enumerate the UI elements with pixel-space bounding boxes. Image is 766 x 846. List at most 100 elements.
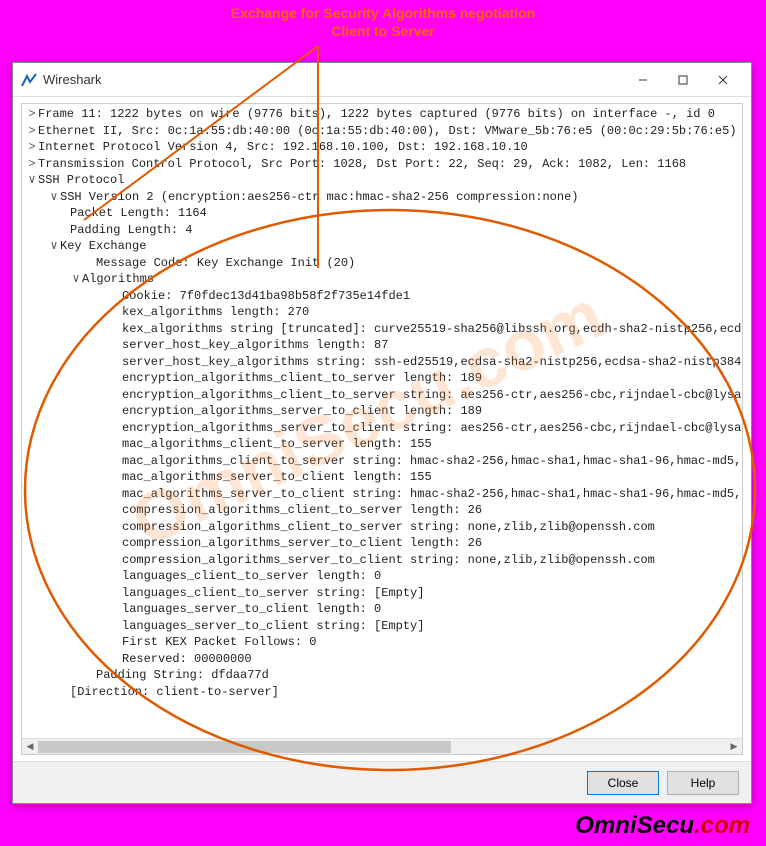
tree-row[interactable]: mac_algorithms_client_to_server length: … [26, 436, 738, 453]
tree-row[interactable]: kex_algorithms length: 270 [26, 304, 738, 321]
comp-stc-string: compression_algorithms_server_to_client … [122, 553, 655, 567]
reserved-field: Reserved: 00000000 [122, 652, 252, 666]
tree-row[interactable]: languages_client_to_server string: [Empt… [26, 585, 738, 602]
enc-stc-string: encryption_algorithms_server_to_client s… [122, 421, 742, 435]
minimize-button[interactable] [623, 66, 663, 94]
scroll-right-icon[interactable]: ▶ [726, 739, 742, 755]
packet-tree[interactable]: >Frame 11: 1222 bytes on wire (9776 bits… [22, 104, 742, 738]
server-host-key-length: server_host_key_algorithms length: 87 [122, 338, 388, 352]
collapse-icon[interactable]: ∨ [48, 238, 60, 255]
attribution-suffix: .com [694, 812, 750, 839]
tree-row[interactable]: server_host_key_algorithms string: ssh-e… [26, 354, 738, 371]
close-window-button[interactable] [703, 66, 743, 94]
tree-row[interactable]: Message Code: Key Exchange Init (20) [26, 255, 738, 272]
ssh-protocol: SSH Protocol [38, 173, 124, 187]
lang-cts-string: languages_client_to_server string: [Empt… [122, 586, 424, 600]
window-title: Wireshark [43, 72, 623, 87]
tree-row[interactable]: compression_algorithms_server_to_client … [26, 535, 738, 552]
titlebar[interactable]: Wireshark [13, 63, 751, 97]
tree-row[interactable]: Reserved: 00000000 [26, 651, 738, 668]
comp-stc-length: compression_algorithms_server_to_client … [122, 536, 482, 550]
key-exchange: Key Exchange [60, 239, 146, 253]
enc-cts-length: encryption_algorithms_client_to_server l… [122, 371, 482, 385]
enc-stc-length: encryption_algorithms_server_to_client l… [122, 404, 482, 418]
server-host-key-string: server_host_key_algorithms string: ssh-e… [122, 355, 742, 369]
lang-cts-length: languages_client_to_server length: 0 [122, 569, 381, 583]
tree-row[interactable]: encryption_algorithms_server_to_client l… [26, 403, 738, 420]
tcp-summary: Transmission Control Protocol, Src Port:… [38, 157, 686, 171]
annotation-line1: Exchange for Security Algorithms negotia… [0, 4, 766, 22]
ethernet-summary: Ethernet II, Src: 0c:1a:55:db:40:00 (0c:… [38, 124, 737, 138]
expand-icon[interactable]: > [26, 156, 38, 173]
tree-row[interactable]: encryption_algorithms_client_to_server l… [26, 370, 738, 387]
tree-row[interactable]: [Direction: client-to-server] [26, 684, 738, 701]
wireshark-icon [21, 72, 37, 88]
expand-icon[interactable]: > [26, 139, 38, 156]
tree-row[interactable]: >Frame 11: 1222 bytes on wire (9776 bits… [26, 106, 738, 123]
tree-row[interactable]: mac_algorithms_server_to_client length: … [26, 469, 738, 486]
kex-algorithms-length: kex_algorithms length: 270 [122, 305, 309, 319]
enc-cts-string: encryption_algorithms_client_to_server s… [122, 388, 742, 402]
tree-row[interactable]: encryption_algorithms_client_to_server s… [26, 387, 738, 404]
annotation-line2: Client to Server [0, 22, 766, 40]
collapse-icon[interactable]: ∨ [48, 189, 60, 206]
scroll-left-icon[interactable]: ◀ [22, 739, 38, 755]
tree-row[interactable]: >Internet Protocol Version 4, Src: 192.1… [26, 139, 738, 156]
tree-row[interactable]: languages_client_to_server length: 0 [26, 568, 738, 585]
ssh-version: SSH Version 2 (encryption:aes256-ctr mac… [60, 190, 578, 204]
expand-icon[interactable]: > [26, 123, 38, 140]
tree-row[interactable]: compression_algorithms_client_to_server … [26, 502, 738, 519]
tree-row[interactable]: languages_server_to_client string: [Empt… [26, 618, 738, 635]
lang-stc-length: languages_server_to_client length: 0 [122, 602, 381, 616]
tree-row[interactable]: compression_algorithms_server_to_client … [26, 552, 738, 569]
packet-details-pane[interactable]: >Frame 11: 1222 bytes on wire (9776 bits… [21, 103, 743, 755]
tree-row[interactable]: Padding String: dfdaa77d [26, 667, 738, 684]
close-button[interactable]: Close [587, 771, 659, 795]
dialog-footer: Close Help [13, 761, 751, 803]
scrollbar-track[interactable] [38, 739, 726, 755]
tree-row[interactable]: languages_server_to_client length: 0 [26, 601, 738, 618]
mac-stc-length: mac_algorithms_server_to_client length: … [122, 470, 432, 484]
attribution: OmniSecu.com [575, 812, 750, 840]
tree-row[interactable]: kex_algorithms string [truncated]: curve… [26, 321, 738, 338]
tree-row[interactable]: ∨Algorithms [26, 271, 738, 288]
direction-field: [Direction: client-to-server] [70, 685, 279, 699]
attribution-name: OmniSecu [575, 812, 694, 839]
mac-cts-string: mac_algorithms_client_to_server string: … [122, 454, 742, 468]
tree-row[interactable]: encryption_algorithms_server_to_client s… [26, 420, 738, 437]
packet-length: Packet Length: 1164 [70, 206, 207, 220]
mac-cts-length: mac_algorithms_client_to_server length: … [122, 437, 432, 451]
mac-stc-string: mac_algorithms_server_to_client string: … [122, 487, 742, 501]
maximize-button[interactable] [663, 66, 703, 94]
scrollbar-thumb[interactable] [38, 741, 451, 753]
tree-row[interactable]: Padding Length: 4 [26, 222, 738, 239]
collapse-icon[interactable]: ∨ [70, 271, 82, 288]
tree-row[interactable]: ∨Key Exchange [26, 238, 738, 255]
tree-row[interactable]: Packet Length: 1164 [26, 205, 738, 222]
expand-icon[interactable]: > [26, 106, 38, 123]
padding-string: Padding String: dfdaa77d [96, 668, 269, 682]
tree-row[interactable]: First KEX Packet Follows: 0 [26, 634, 738, 651]
tree-row[interactable]: mac_algorithms_client_to_server string: … [26, 453, 738, 470]
tree-row[interactable]: >Transmission Control Protocol, Src Port… [26, 156, 738, 173]
annotation-label: Exchange for Security Algorithms negotia… [0, 0, 766, 40]
comp-cts-string: compression_algorithms_client_to_server … [122, 520, 655, 534]
comp-cts-length: compression_algorithms_client_to_server … [122, 503, 482, 517]
tree-row[interactable]: >Ethernet II, Src: 0c:1a:55:db:40:00 (0c… [26, 123, 738, 140]
collapse-icon[interactable]: ∨ [26, 172, 38, 189]
tree-row[interactable]: server_host_key_algorithms length: 87 [26, 337, 738, 354]
ip-summary: Internet Protocol Version 4, Src: 192.16… [38, 140, 528, 154]
cookie-field: Cookie: 7f0fdec13d41ba98b58f2f735e14fde1 [122, 289, 410, 303]
window-controls [623, 66, 743, 94]
first-kex-follows: First KEX Packet Follows: 0 [122, 635, 316, 649]
lang-stc-string: languages_server_to_client string: [Empt… [122, 619, 424, 633]
tree-row[interactable]: ∨SSH Version 2 (encryption:aes256-ctr ma… [26, 189, 738, 206]
algorithms-node: Algorithms [82, 272, 154, 286]
tree-row[interactable]: ∨SSH Protocol [26, 172, 738, 189]
horizontal-scrollbar[interactable]: ◀ ▶ [22, 738, 742, 754]
tree-row[interactable]: Cookie: 7f0fdec13d41ba98b58f2f735e14fde1 [26, 288, 738, 305]
tree-row[interactable]: compression_algorithms_client_to_server … [26, 519, 738, 536]
help-button[interactable]: Help [667, 771, 739, 795]
tree-row[interactable]: mac_algorithms_server_to_client string: … [26, 486, 738, 503]
padding-length: Padding Length: 4 [70, 223, 192, 237]
